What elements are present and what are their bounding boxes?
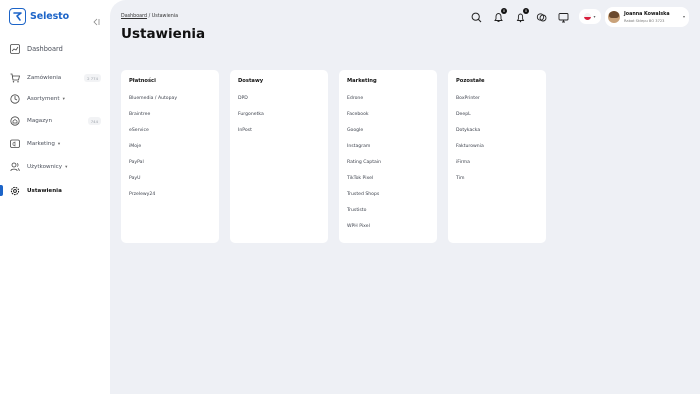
sidebar-item-label: Użytkownicy — [27, 164, 63, 170]
sidebar-item-label: Ustawienia — [27, 188, 62, 194]
settings-card-platnosci: Płatności Bluemedia / Autopay Braintree … — [121, 70, 219, 243]
breadcrumb-link-dashboard[interactable]: Dashboard — [121, 14, 147, 19]
language-selector[interactable]: ▾ — [579, 9, 601, 24]
polish-flag-icon — [584, 13, 592, 20]
logo[interactable]: Selesto — [9, 8, 69, 25]
card-link[interactable]: Przelewy24 — [129, 192, 177, 209]
card-link[interactable]: Braintree — [129, 112, 177, 129]
card-link[interactable]: WPH Pixel — [347, 224, 381, 241]
avatar — [608, 11, 620, 23]
sidebar-item-label: Magazyn — [27, 118, 53, 124]
page-title: Ustawienia — [121, 26, 206, 42]
sidebar-item-label: Zamówienia — [27, 75, 62, 81]
card-link[interactable]: Google — [347, 128, 381, 145]
chevron-down-icon: ▾ — [682, 14, 685, 19]
main-content: Dashboard / Ustawienia Ustawienia 0 0 ▾ … — [110, 0, 700, 394]
card-link[interactable]: Bluemedia / Autopay — [129, 96, 177, 113]
sidebar-item-asortyment[interactable]: Asortyment ▾ — [9, 92, 101, 106]
active-indicator — [0, 185, 3, 196]
sidebar-item-magazyn[interactable]: Magazyn 744 — [9, 114, 101, 128]
breadcrumb-separator: / — [148, 14, 151, 19]
search-icon[interactable] — [470, 11, 482, 23]
box-icon — [9, 94, 20, 105]
user-menu[interactable]: Joanna Kowalska Rabat Sklepu BO 3723 ▾ — [605, 7, 689, 27]
logo-mark-icon — [9, 8, 26, 25]
notification-icon[interactable]: 0 — [514, 8, 529, 23]
card-title: Marketing — [347, 78, 377, 84]
card-link[interactable]: Dotykacka — [456, 128, 484, 145]
collapse-sidebar-icon[interactable] — [91, 12, 101, 26]
sidebar-item-zamowienia[interactable]: Zamówienia 2 774 — [9, 71, 101, 85]
card-link[interactable]: iFirma — [456, 160, 484, 177]
settings-card-pozostale: Pozostałe BoxPrinter DeepL Dotykacka Fak… — [448, 70, 546, 243]
sidebar: Selesto Dashboard Zamówienia 2 774 Asort… — [0, 0, 110, 394]
notification-count-badge: 0 — [523, 8, 529, 14]
card-link[interactable]: eService — [129, 128, 177, 145]
card-title: Pozostałe — [456, 78, 485, 84]
notification-count-badge: 0 — [501, 8, 507, 14]
chat-icon[interactable] — [535, 11, 547, 23]
megaphone-icon — [9, 139, 20, 150]
sidebar-item-label: Asortyment — [27, 96, 60, 102]
card-link[interactable]: DeepL — [456, 112, 484, 129]
card-link[interactable]: Trustisto — [347, 208, 381, 225]
chevron-down-icon: ▾ — [593, 14, 596, 19]
card-link[interactable]: Tim — [456, 176, 484, 193]
card-title: Dostawy — [238, 78, 264, 84]
chevron-down-icon: ▾ — [57, 141, 61, 147]
brand-name: Selesto — [30, 11, 70, 22]
sidebar-item-ustawienia[interactable]: Ustawienia — [9, 184, 101, 198]
card-link[interactable]: Furgonetka — [238, 112, 264, 129]
card-link[interactable]: BoxPrinter — [456, 96, 484, 113]
card-link[interactable]: Trusted Shops — [347, 192, 381, 209]
chart-icon — [9, 44, 20, 55]
card-link[interactable]: Edrone — [347, 96, 381, 113]
breadcrumb-current: Ustawienia — [151, 14, 179, 19]
sidebar-item-uzytkownicy[interactable]: Użytkownicy ▾ — [9, 160, 101, 174]
users-icon — [9, 162, 20, 173]
cart-icon — [9, 73, 20, 84]
gear-icon — [9, 186, 20, 197]
sidebar-item-label: Dashboard — [27, 45, 63, 53]
sidebar-item-marketing[interactable]: Marketing ▾ — [9, 137, 101, 151]
user-name: Joanna Kowalska — [624, 12, 670, 17]
chevron-down-icon: ▾ — [65, 164, 68, 170]
card-link[interactable]: PayU — [129, 176, 177, 193]
sidebar-item-dashboard[interactable]: Dashboard — [9, 42, 101, 56]
card-link[interactable]: PayPal — [129, 160, 177, 177]
card-link[interactable]: iMoje — [129, 144, 177, 161]
card-link[interactable]: Rating Captain — [347, 160, 381, 177]
card-link[interactable]: Instagram — [347, 144, 381, 161]
count-badge: 2 774 — [84, 74, 101, 82]
card-link[interactable]: TikTok Pixel — [347, 176, 381, 193]
warehouse-icon — [9, 116, 20, 127]
user-role: Rabat Sklepu BO 3723 — [624, 18, 665, 23]
card-link[interactable]: InPost — [238, 128, 264, 145]
bell-icon[interactable]: 0 — [492, 8, 507, 23]
monitor-icon[interactable] — [557, 11, 569, 23]
card-title: Płatności — [129, 78, 156, 84]
count-badge: 744 — [87, 117, 101, 125]
card-link[interactable]: DPD — [238, 96, 264, 113]
chevron-down-icon: ▾ — [62, 96, 65, 102]
card-link[interactable]: Fakturownia — [456, 144, 484, 161]
card-link[interactable]: Facebook — [347, 112, 381, 129]
breadcrumb: Dashboard / Ustawienia — [121, 14, 178, 19]
settings-card-marketing: Marketing Edrone Facebook Google Instagr… — [339, 70, 437, 243]
sidebar-item-label: Marketing — [27, 141, 55, 147]
settings-card-dostawy: Dostawy DPD Furgonetka InPost — [230, 70, 328, 243]
